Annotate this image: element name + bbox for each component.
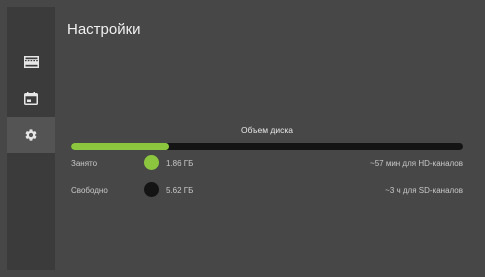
sidebar-item-recordings[interactable] <box>7 44 55 80</box>
sidebar <box>7 7 55 270</box>
page-title: Настройки <box>67 21 141 38</box>
gear-icon <box>24 128 38 142</box>
used-space-label: Занято <box>71 159 98 168</box>
used-space-dot <box>144 155 159 170</box>
used-space-row: Занято 1.86 ГБ ~57 мин для HD-каналов <box>71 155 463 171</box>
free-space-size: 5.62 ГБ <box>166 186 194 195</box>
free-space-estimate: ~3 ч для SD-каналов <box>385 186 463 195</box>
tv-guide-icon <box>24 91 38 105</box>
free-space-dot <box>144 182 159 197</box>
settings-screen: Настройки Объем диска Занято 1.86 ГБ ~57… <box>7 7 477 270</box>
used-space-estimate: ~57 мин для HD-каналов <box>370 159 463 168</box>
sidebar-item-tv-guide[interactable] <box>7 80 55 116</box>
disk-capacity-label: Объем диска <box>240 125 294 135</box>
film-strip-icon <box>23 56 39 68</box>
free-space-label: Свободно <box>71 186 108 195</box>
free-space-row: Свободно 5.62 ГБ ~3 ч для SD-каналов <box>71 182 463 198</box>
used-space-size: 1.86 ГБ <box>166 159 194 168</box>
disk-usage-bar <box>71 143 463 150</box>
sidebar-item-settings[interactable] <box>7 117 55 153</box>
disk-usage-fill <box>71 143 169 150</box>
